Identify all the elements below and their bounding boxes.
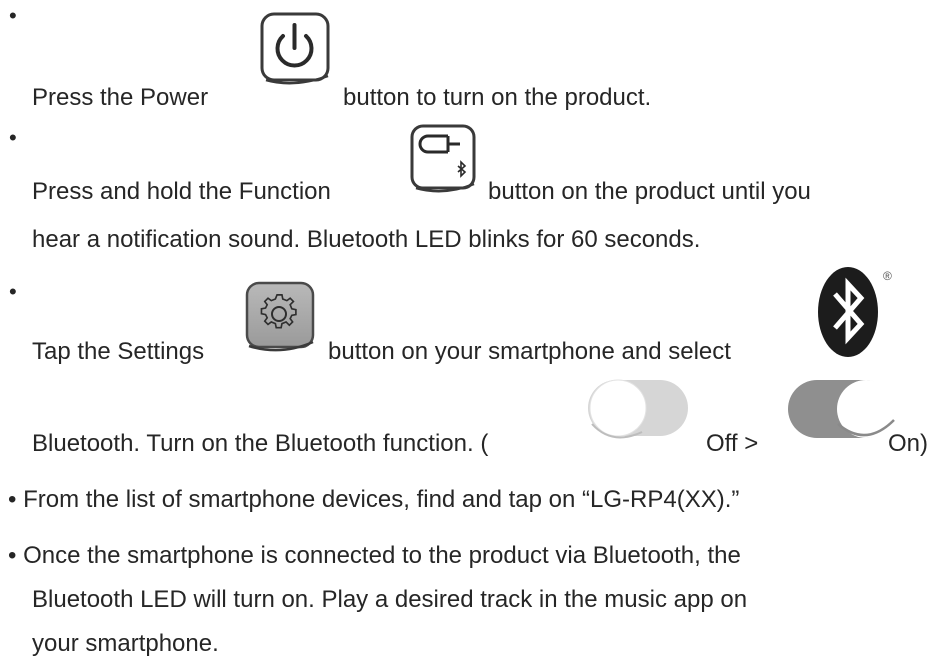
settings-gear-icon xyxy=(243,280,319,356)
toggle-on-icon xyxy=(784,376,904,450)
registered-mark: ® xyxy=(883,269,892,283)
toggle-on-label: On) xyxy=(888,430,929,457)
step2-text-after: button on the product until you xyxy=(488,178,811,205)
step5-line1: • Once the smartphone is connected to th… xyxy=(8,542,741,569)
bullet: • xyxy=(9,279,17,304)
toggle-off-icon xyxy=(582,376,694,450)
step3-text-before: Tap the Settings xyxy=(32,338,205,365)
bluetooth-logo-icon: ® xyxy=(815,266,895,360)
step1-text-before: Press the Power xyxy=(32,84,209,111)
step5-line2: Bluetooth LED will turn on. Play a desir… xyxy=(32,586,748,613)
step2-line2: hear a notification sound. Bluetooth LED… xyxy=(32,226,701,253)
step2-text-before: Press and hold the Function xyxy=(32,178,331,205)
step4-text: • From the list of smartphone devices, f… xyxy=(8,486,740,513)
step5-line3: your smartphone. xyxy=(32,630,219,657)
step3-text-after: button on your smartphone and select xyxy=(328,338,731,365)
function-bluetooth-icon xyxy=(408,122,480,196)
toggle-off-label: Off > xyxy=(706,430,759,457)
bullet: • xyxy=(9,3,17,28)
bullet: • xyxy=(9,125,17,150)
step1-text-after: button to turn on the product. xyxy=(343,84,652,111)
step3-line2: Bluetooth. Turn on the Bluetooth functio… xyxy=(32,430,489,457)
power-icon xyxy=(258,10,334,88)
